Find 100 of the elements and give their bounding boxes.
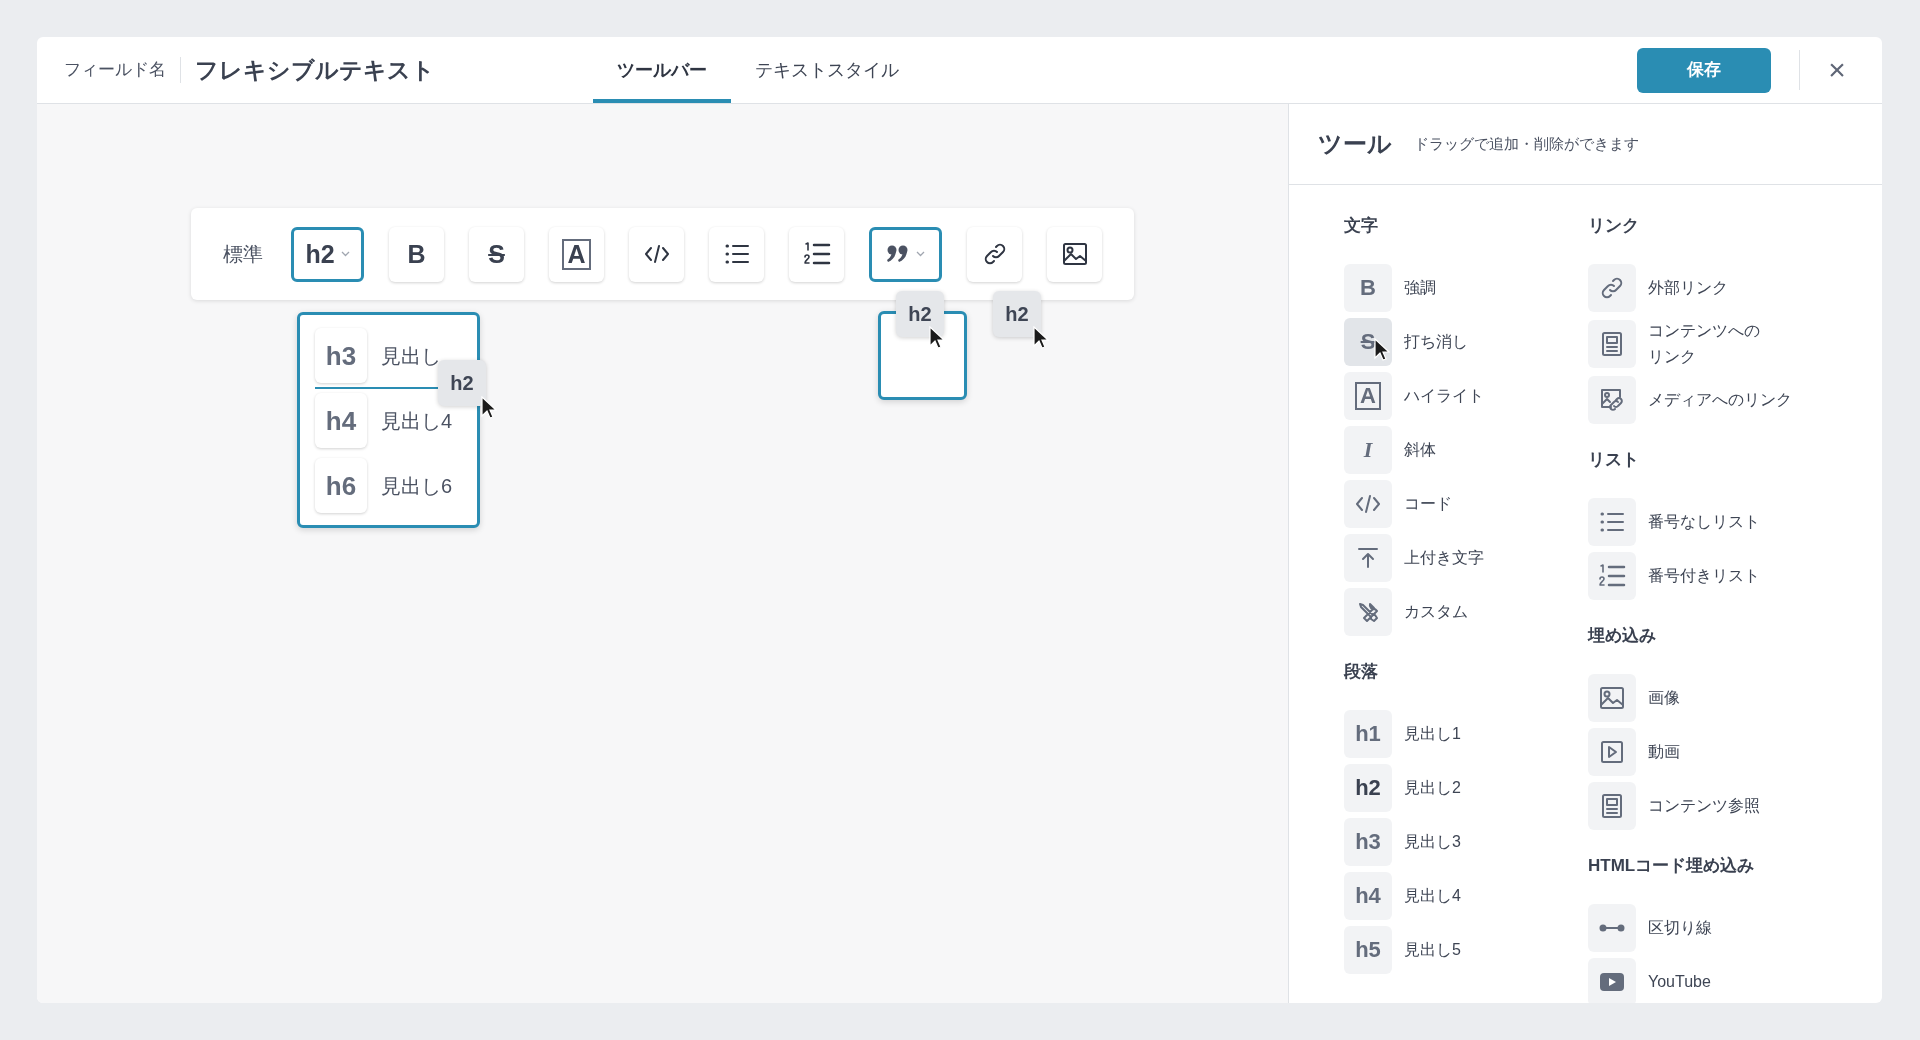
toolbar-button[interactable] xyxy=(629,226,684,282)
caret-icon xyxy=(340,251,350,257)
section-heading: 段落 xyxy=(1344,661,1379,683)
link-icon xyxy=(1600,276,1624,300)
tools-icon xyxy=(1356,600,1380,624)
heading-glyph: h1 xyxy=(1355,723,1381,745)
dragged-chip[interactable]: h2 xyxy=(438,360,486,406)
tool-tile[interactable] xyxy=(1588,376,1636,424)
section-heading: リンク xyxy=(1588,215,1640,237)
save-button[interactable]: 保存 xyxy=(1637,47,1771,93)
panel-title: ツール xyxy=(1318,129,1392,159)
tool-label: 動画 xyxy=(1648,742,1680,762)
tool-tile[interactable]: S xyxy=(1344,318,1392,366)
close-button[interactable]: × xyxy=(1824,55,1850,85)
toolbar-button[interactable] xyxy=(967,226,1022,282)
toolbar-button[interactable] xyxy=(1047,226,1102,282)
tool-tile[interactable] xyxy=(1344,588,1392,636)
tool-tile[interactable] xyxy=(1588,498,1636,546)
tool-tile[interactable]: h3 xyxy=(1344,818,1392,866)
tool-tile[interactable]: h4 xyxy=(1344,872,1392,920)
tool-tile[interactable] xyxy=(1588,320,1636,368)
highlight-glyph: A xyxy=(1355,382,1381,410)
quote-icon xyxy=(886,244,910,264)
bullet-list-icon xyxy=(1599,511,1625,533)
tool-label: 見出し2 xyxy=(1404,778,1461,798)
option-label: 見出し xyxy=(381,343,441,369)
tab[interactable]: テキストスタイル xyxy=(731,37,923,103)
numbered-list-icon xyxy=(1598,563,1626,589)
tool-tile[interactable] xyxy=(1588,958,1636,1003)
play-icon xyxy=(1600,740,1624,764)
cursor-icon xyxy=(1033,326,1049,350)
tool-tile[interactable] xyxy=(1344,480,1392,528)
toolbar-button[interactable] xyxy=(789,226,844,282)
tool-label: 斜体 xyxy=(1404,440,1436,460)
tool-tile[interactable]: A xyxy=(1344,372,1392,420)
heading-option[interactable]: h4 xyxy=(315,393,367,448)
tool-label: 上付き文字 xyxy=(1404,548,1484,568)
divider-icon xyxy=(1599,923,1625,933)
toolbar-button[interactable] xyxy=(709,226,764,282)
tool-tile[interactable] xyxy=(1588,264,1636,312)
tool-tile[interactable]: h2 xyxy=(1344,764,1392,812)
toolbar-button[interactable]: S xyxy=(469,226,524,282)
toolbar-button[interactable]: h2 xyxy=(291,226,364,282)
video-player-icon xyxy=(1599,972,1625,992)
dragged-chip[interactable]: h2 xyxy=(896,291,944,337)
tool-tile[interactable]: h5 xyxy=(1344,926,1392,974)
tool-tile[interactable] xyxy=(1588,552,1636,600)
style-label: 標準 xyxy=(223,242,263,267)
italic-glyph: I xyxy=(1363,439,1373,461)
section-heading: リスト xyxy=(1588,449,1640,471)
image-icon xyxy=(1599,686,1625,710)
panel-hint: ドラッグで追加・削除ができます xyxy=(1414,133,1639,154)
tool-label: リンク xyxy=(1648,347,1697,367)
image-link-icon xyxy=(1599,387,1625,413)
heading-glyph: h5 xyxy=(1355,939,1381,961)
tool-tile[interactable] xyxy=(1344,534,1392,582)
tool-tile[interactable]: I xyxy=(1344,426,1392,474)
tool-label: 見出し4 xyxy=(1404,886,1461,906)
cursor-icon xyxy=(929,326,945,350)
toolbar-button[interactable] xyxy=(869,226,942,282)
tool-tile[interactable] xyxy=(1588,904,1636,952)
arrow-up-icon xyxy=(1356,546,1380,570)
strikethrough-glyph: S xyxy=(1360,331,1376,353)
heading-glyph: h6 xyxy=(325,472,357,499)
tool-label: 見出し5 xyxy=(1404,940,1461,960)
highlight-glyph: A xyxy=(562,238,591,270)
image-icon xyxy=(1061,242,1088,266)
option-label: 見出し6 xyxy=(381,473,453,499)
tool-label: ハイライト xyxy=(1404,386,1484,406)
heading-glyph: h2 xyxy=(305,241,335,267)
heading-glyph: h3 xyxy=(1355,831,1381,853)
option-label: 見出し4 xyxy=(381,408,453,434)
heading-glyph: h4 xyxy=(325,407,357,434)
tool-label: 番号なしリスト xyxy=(1648,512,1760,532)
tool-label: 区切り線 xyxy=(1648,918,1712,938)
toolbar-button[interactable]: B xyxy=(389,226,444,282)
cursor-icon xyxy=(1374,338,1390,362)
toolbar-button[interactable]: A xyxy=(549,226,604,282)
dragged-chip[interactable]: h2 xyxy=(993,291,1041,337)
heading-glyph: h4 xyxy=(1355,885,1381,907)
field-label: フィールド名 xyxy=(64,59,166,82)
tool-label: 強調 xyxy=(1404,278,1436,298)
tool-label: 外部リンク xyxy=(1648,278,1728,298)
section-heading: 埋め込み xyxy=(1588,625,1657,647)
document-icon xyxy=(1601,331,1623,357)
tool-tile[interactable]: B xyxy=(1344,264,1392,312)
tool-tile[interactable]: h1 xyxy=(1344,710,1392,758)
tool-tile[interactable] xyxy=(1588,728,1636,776)
tool-label: 打ち消し xyxy=(1404,332,1468,352)
section-heading: 文字 xyxy=(1344,215,1379,237)
tool-label: 見出し3 xyxy=(1404,832,1461,852)
caret-icon xyxy=(916,251,925,257)
tool-tile[interactable] xyxy=(1588,674,1636,722)
bold-glyph: B xyxy=(407,241,426,267)
tool-label: カスタム xyxy=(1404,602,1468,622)
bullet-list-icon xyxy=(723,243,750,265)
heading-option[interactable]: h6 xyxy=(315,458,367,513)
code-icon xyxy=(643,243,670,265)
heading-option[interactable]: h3 xyxy=(315,328,367,383)
tool-tile[interactable] xyxy=(1588,782,1636,830)
